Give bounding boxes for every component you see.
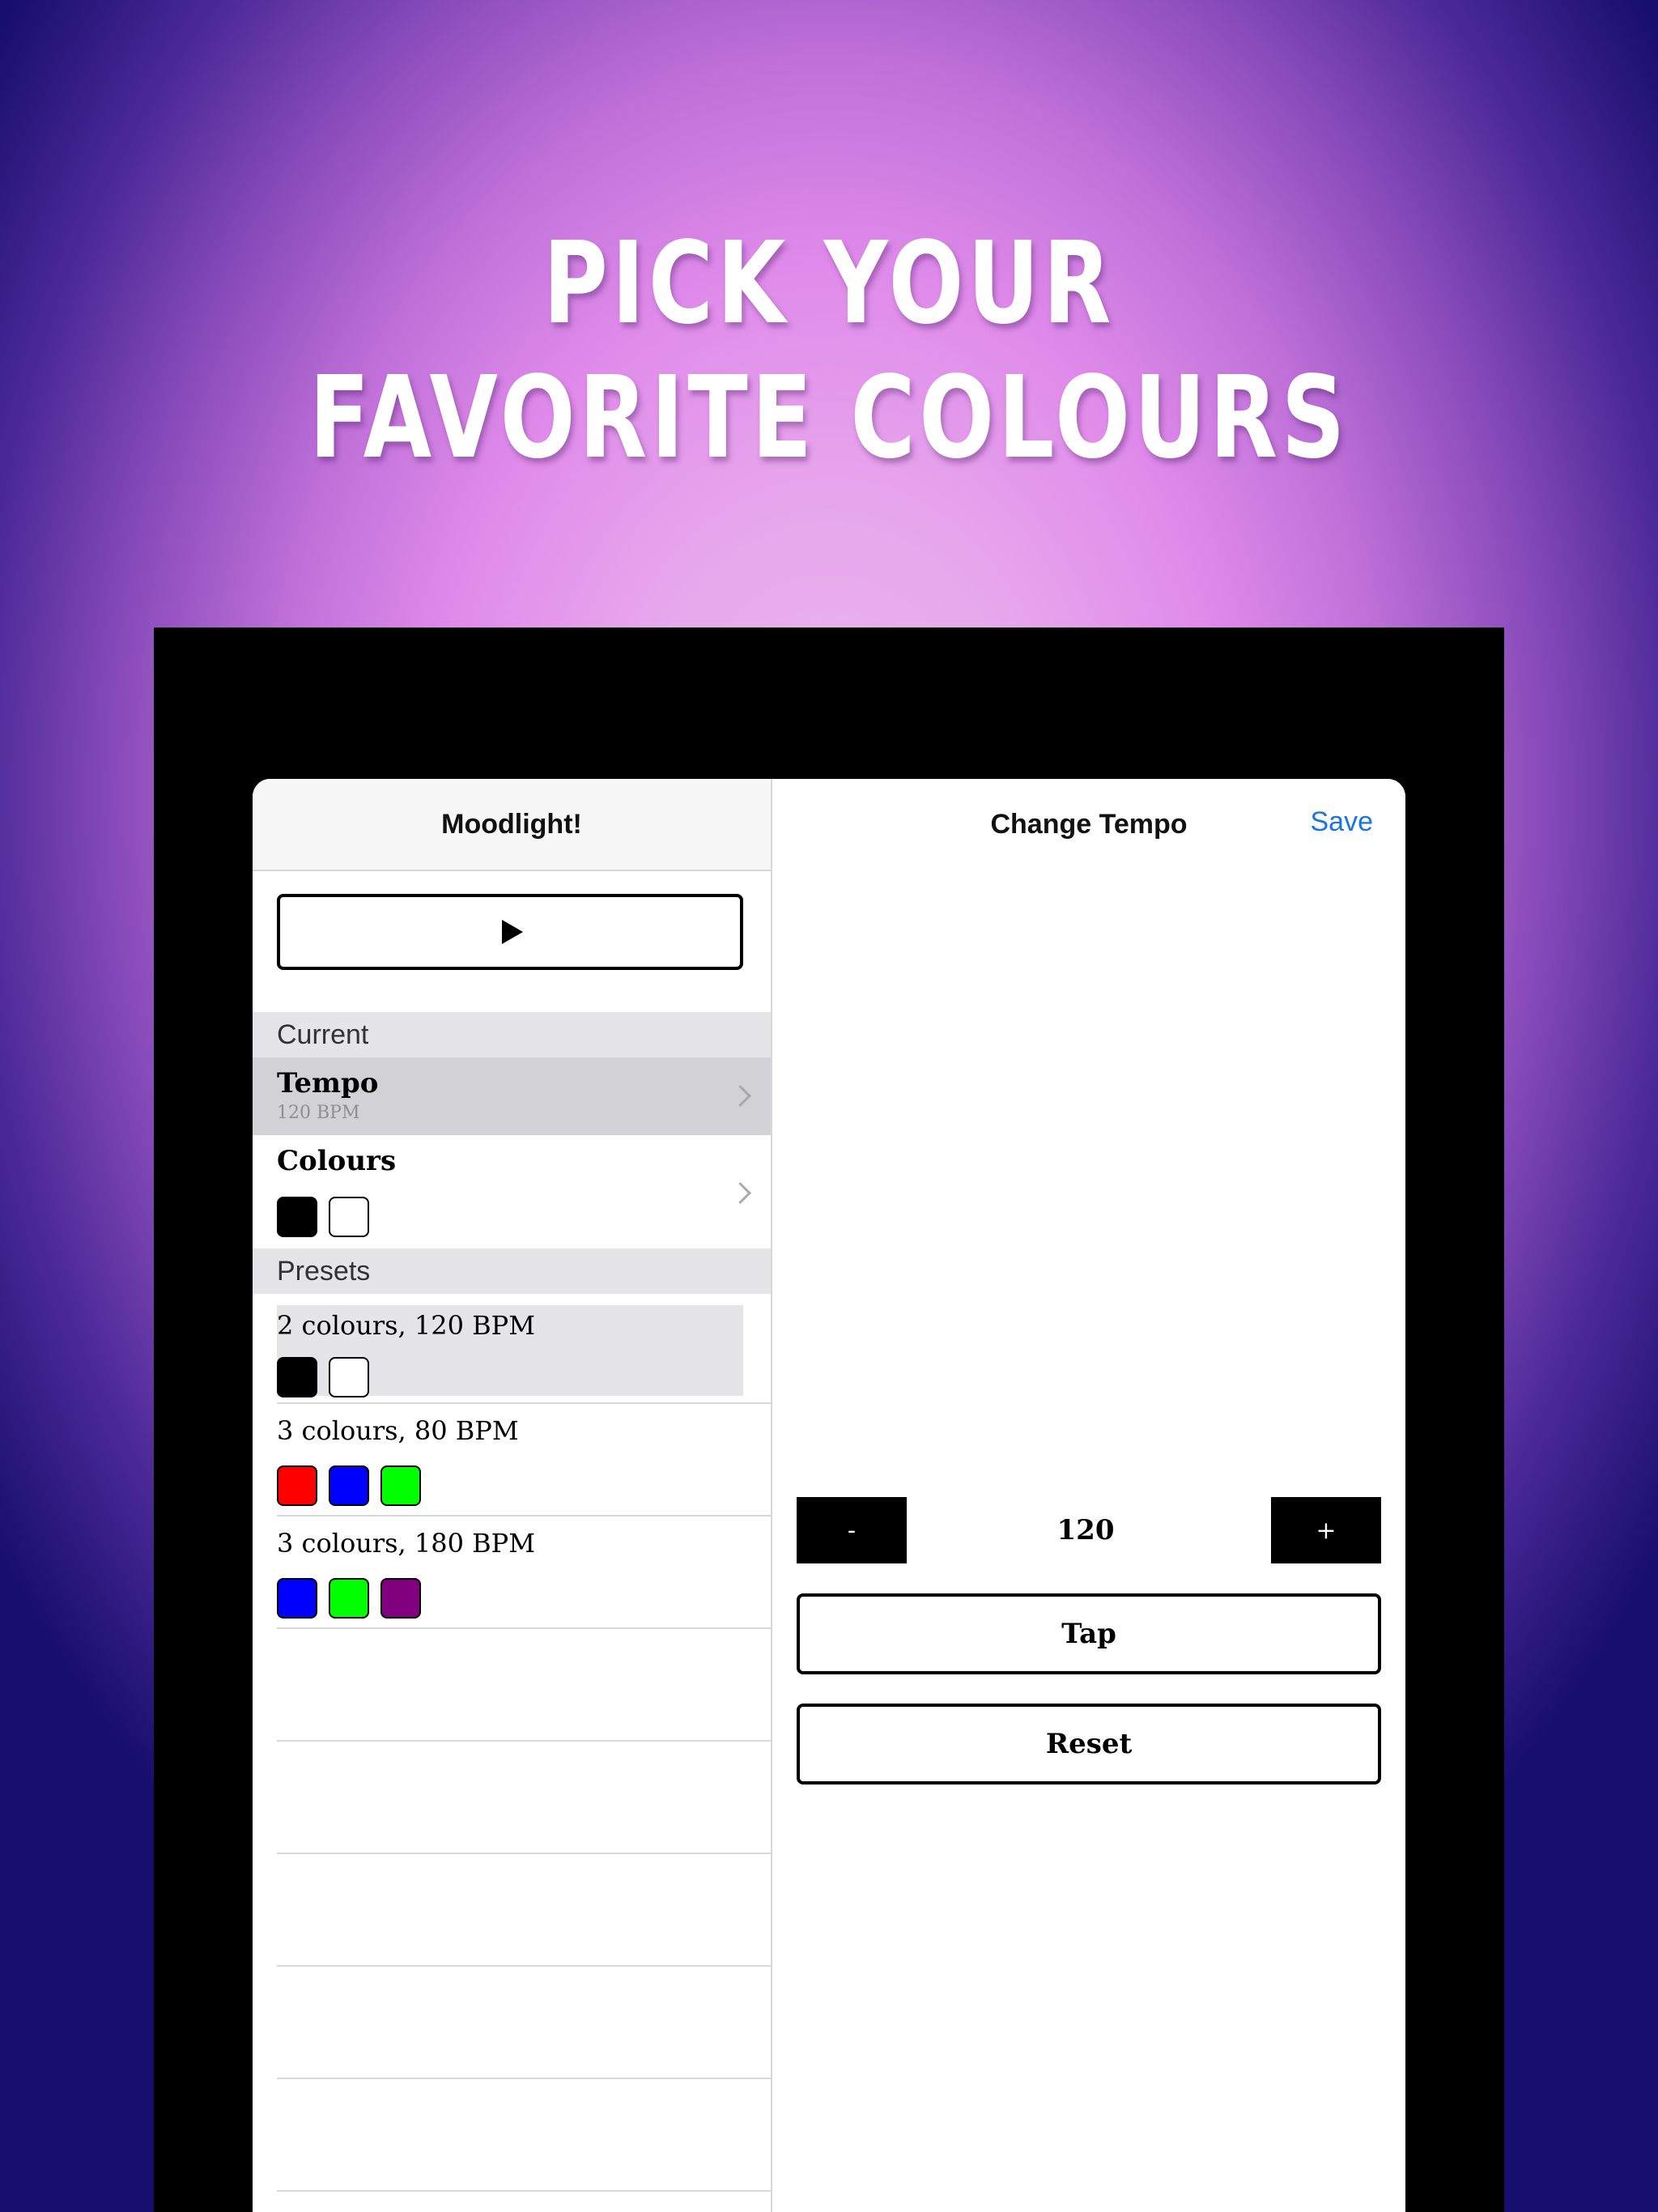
colour-swatch (380, 1465, 421, 1506)
section-label-presets: Presets (277, 1255, 371, 1287)
headline-line-1: PICK YOUR (542, 218, 1116, 350)
preset-label: 3 colours, 80 BPM (277, 1415, 519, 1446)
master-pane: Moodlight! Current Tempo 120 BPM Colours… (253, 779, 772, 2212)
preset-label: 3 colours, 180 BPM (277, 1528, 535, 1559)
play-button[interactable] (277, 894, 743, 970)
colour-swatch (329, 1357, 369, 1397)
tempo-value: 120 (1056, 1514, 1115, 1546)
play-icon (502, 920, 523, 944)
chevron-right-icon (729, 1085, 751, 1107)
colour-swatch (329, 1197, 369, 1237)
preset-row[interactable]: 3 colours, 80 BPM (253, 1404, 771, 1514)
preset-label: 2 colours, 120 BPM (277, 1310, 535, 1341)
preset-swatches (277, 1465, 421, 1506)
app-title: Moodlight! (441, 808, 582, 840)
headline: PICK YOUR FAVORITE COLOURS (182, 217, 1475, 486)
save-button[interactable]: Save (1311, 806, 1374, 838)
preset-swatches (277, 1357, 369, 1397)
preset-swatches (277, 1578, 421, 1619)
row-separator (277, 1740, 771, 1742)
increment-button[interactable]: + (1271, 1497, 1381, 1563)
tempo-value-label: 120 BPM (277, 1103, 360, 1123)
master-nav-bar: Moodlight! (253, 779, 771, 871)
colours-swatches (277, 1197, 369, 1237)
row-separator (277, 1853, 771, 1854)
colour-swatch (380, 1578, 421, 1619)
preset-row[interactable]: 3 colours, 180 BPM (253, 1516, 771, 1627)
detail-pane: Change Tempo Save - 120 + Tap Reset (772, 779, 1405, 2212)
decrement-button[interactable]: - (797, 1497, 907, 1563)
row-separator (277, 1965, 771, 1967)
row-separator (277, 1627, 771, 1629)
colour-swatch (277, 1578, 317, 1619)
tap-button[interactable]: Tap (797, 1593, 1381, 1674)
tempo-label: Tempo (277, 1067, 379, 1100)
section-header-current: Current (253, 1012, 771, 1057)
row-separator (277, 2190, 771, 2192)
colour-swatch (277, 1197, 317, 1237)
reset-button[interactable]: Reset (797, 1704, 1381, 1784)
section-header-presets: Presets (253, 1249, 771, 1294)
app-screen: Moodlight! Current Tempo 120 BPM Colours… (253, 779, 1405, 2212)
tempo-row[interactable]: Tempo 120 BPM (253, 1057, 771, 1135)
colour-swatch (277, 1357, 317, 1397)
colours-row[interactable]: Colours (253, 1135, 771, 1249)
detail-nav-bar: Change Tempo Save (772, 779, 1405, 870)
row-separator (277, 2078, 771, 2079)
colour-swatch (329, 1465, 369, 1506)
colour-swatch (277, 1465, 317, 1506)
preset-row[interactable]: 2 colours, 120 BPM (253, 1305, 771, 1397)
chevron-right-icon (729, 1182, 751, 1204)
colour-swatch (329, 1578, 369, 1619)
headline-line-2: FAVORITE COLOURS (308, 352, 1350, 484)
section-label-current: Current (277, 1019, 369, 1050)
colours-label: Colours (277, 1145, 397, 1177)
